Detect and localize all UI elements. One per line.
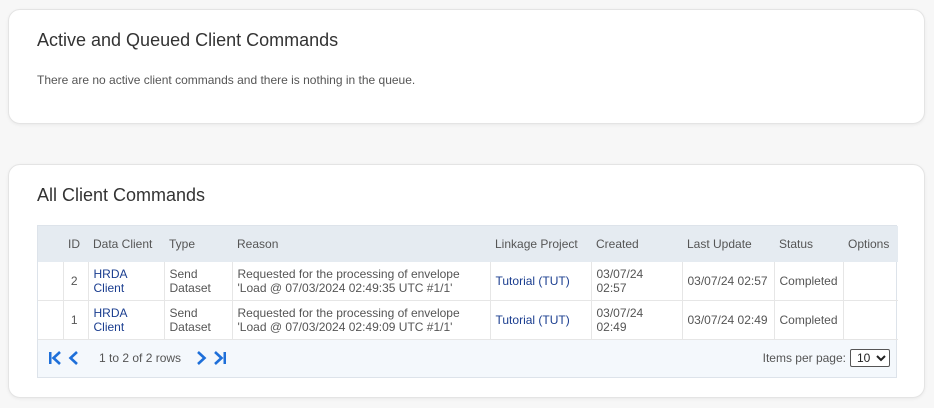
pager: 1 to 2 of 2 rows Items per page: 10 xyxy=(38,340,896,377)
status-cell: Completed xyxy=(774,262,844,301)
all-commands-card: All Client Commands ID Data Client Type … xyxy=(8,164,925,398)
header-options: Options xyxy=(843,226,898,262)
options-cell xyxy=(843,300,898,340)
previous-page-icon[interactable] xyxy=(67,350,81,366)
options-cell xyxy=(843,262,898,301)
header-data-client[interactable]: Data Client xyxy=(88,226,164,262)
pager-nav: 1 to 2 of 2 rows xyxy=(48,350,232,366)
data-client-cell: HRDA Client xyxy=(88,262,165,301)
header-status[interactable]: Status xyxy=(774,226,843,262)
commands-grid: ID Data Client Type Reason Linkage Proje… xyxy=(37,225,898,378)
last-page-icon[interactable] xyxy=(213,350,227,366)
active-commands-title: Active and Queued Client Commands xyxy=(37,30,339,50)
id-cell: 1 xyxy=(63,300,89,340)
last-update-cell: 03/07/24 02:49 xyxy=(682,300,775,340)
header-id[interactable]: ID xyxy=(63,226,88,262)
rows-info: 1 to 2 of 2 rows xyxy=(99,351,182,365)
created-cell: 03/07/24 02:49 xyxy=(591,300,683,340)
reason-cell: Requested for the processing of envelope… xyxy=(232,262,491,301)
row-select-cell xyxy=(38,262,64,301)
table-row[interactable]: 1 HRDA Client Send Dataset Requested for… xyxy=(38,300,898,340)
header-select xyxy=(38,226,63,262)
next-page-icon[interactable] xyxy=(194,350,208,366)
created-cell: 03/07/24 02:57 xyxy=(591,262,683,301)
items-per-page-select[interactable]: 10 xyxy=(850,349,890,367)
header-created[interactable]: Created xyxy=(591,226,682,262)
row-select-cell xyxy=(38,300,64,340)
header-last-update[interactable]: Last Update xyxy=(682,226,774,262)
data-client-link[interactable]: HRDA Client xyxy=(94,306,127,334)
all-commands-title: All Client Commands xyxy=(37,185,206,205)
header-type[interactable]: Type xyxy=(164,226,232,262)
first-page-icon[interactable] xyxy=(48,350,62,366)
data-client-cell: HRDA Client xyxy=(88,300,165,340)
header-reason[interactable]: Reason xyxy=(232,226,490,262)
last-update-cell: 03/07/24 02:57 xyxy=(682,262,775,301)
data-client-link[interactable]: HRDA Client xyxy=(94,267,127,295)
empty-queue-message: There are no active client commands and … xyxy=(37,73,416,87)
items-per-page-label: Items per page: xyxy=(762,351,846,365)
table-row[interactable]: 2 HRDA Client Send Dataset Requested for… xyxy=(38,262,898,301)
linkage-project-link[interactable]: Tutorial (TUT) xyxy=(496,313,570,327)
linkage-project-link[interactable]: Tutorial (TUT) xyxy=(496,274,570,288)
commands-table: ID Data Client Type Reason Linkage Proje… xyxy=(38,226,898,340)
reason-cell: Requested for the processing of envelope… xyxy=(232,300,491,340)
table-header-row: ID Data Client Type Reason Linkage Proje… xyxy=(38,226,898,262)
status-cell: Completed xyxy=(774,300,844,340)
type-cell: Send Dataset xyxy=(164,300,233,340)
header-linkage-project[interactable]: Linkage Project xyxy=(490,226,591,262)
type-cell: Send Dataset xyxy=(164,262,233,301)
id-cell: 2 xyxy=(63,262,89,301)
linkage-project-cell: Tutorial (TUT) xyxy=(490,300,592,340)
active-commands-card: Active and Queued Client Commands There … xyxy=(8,9,925,124)
items-per-page: Items per page: 10 xyxy=(763,349,890,367)
linkage-project-cell: Tutorial (TUT) xyxy=(490,262,592,301)
